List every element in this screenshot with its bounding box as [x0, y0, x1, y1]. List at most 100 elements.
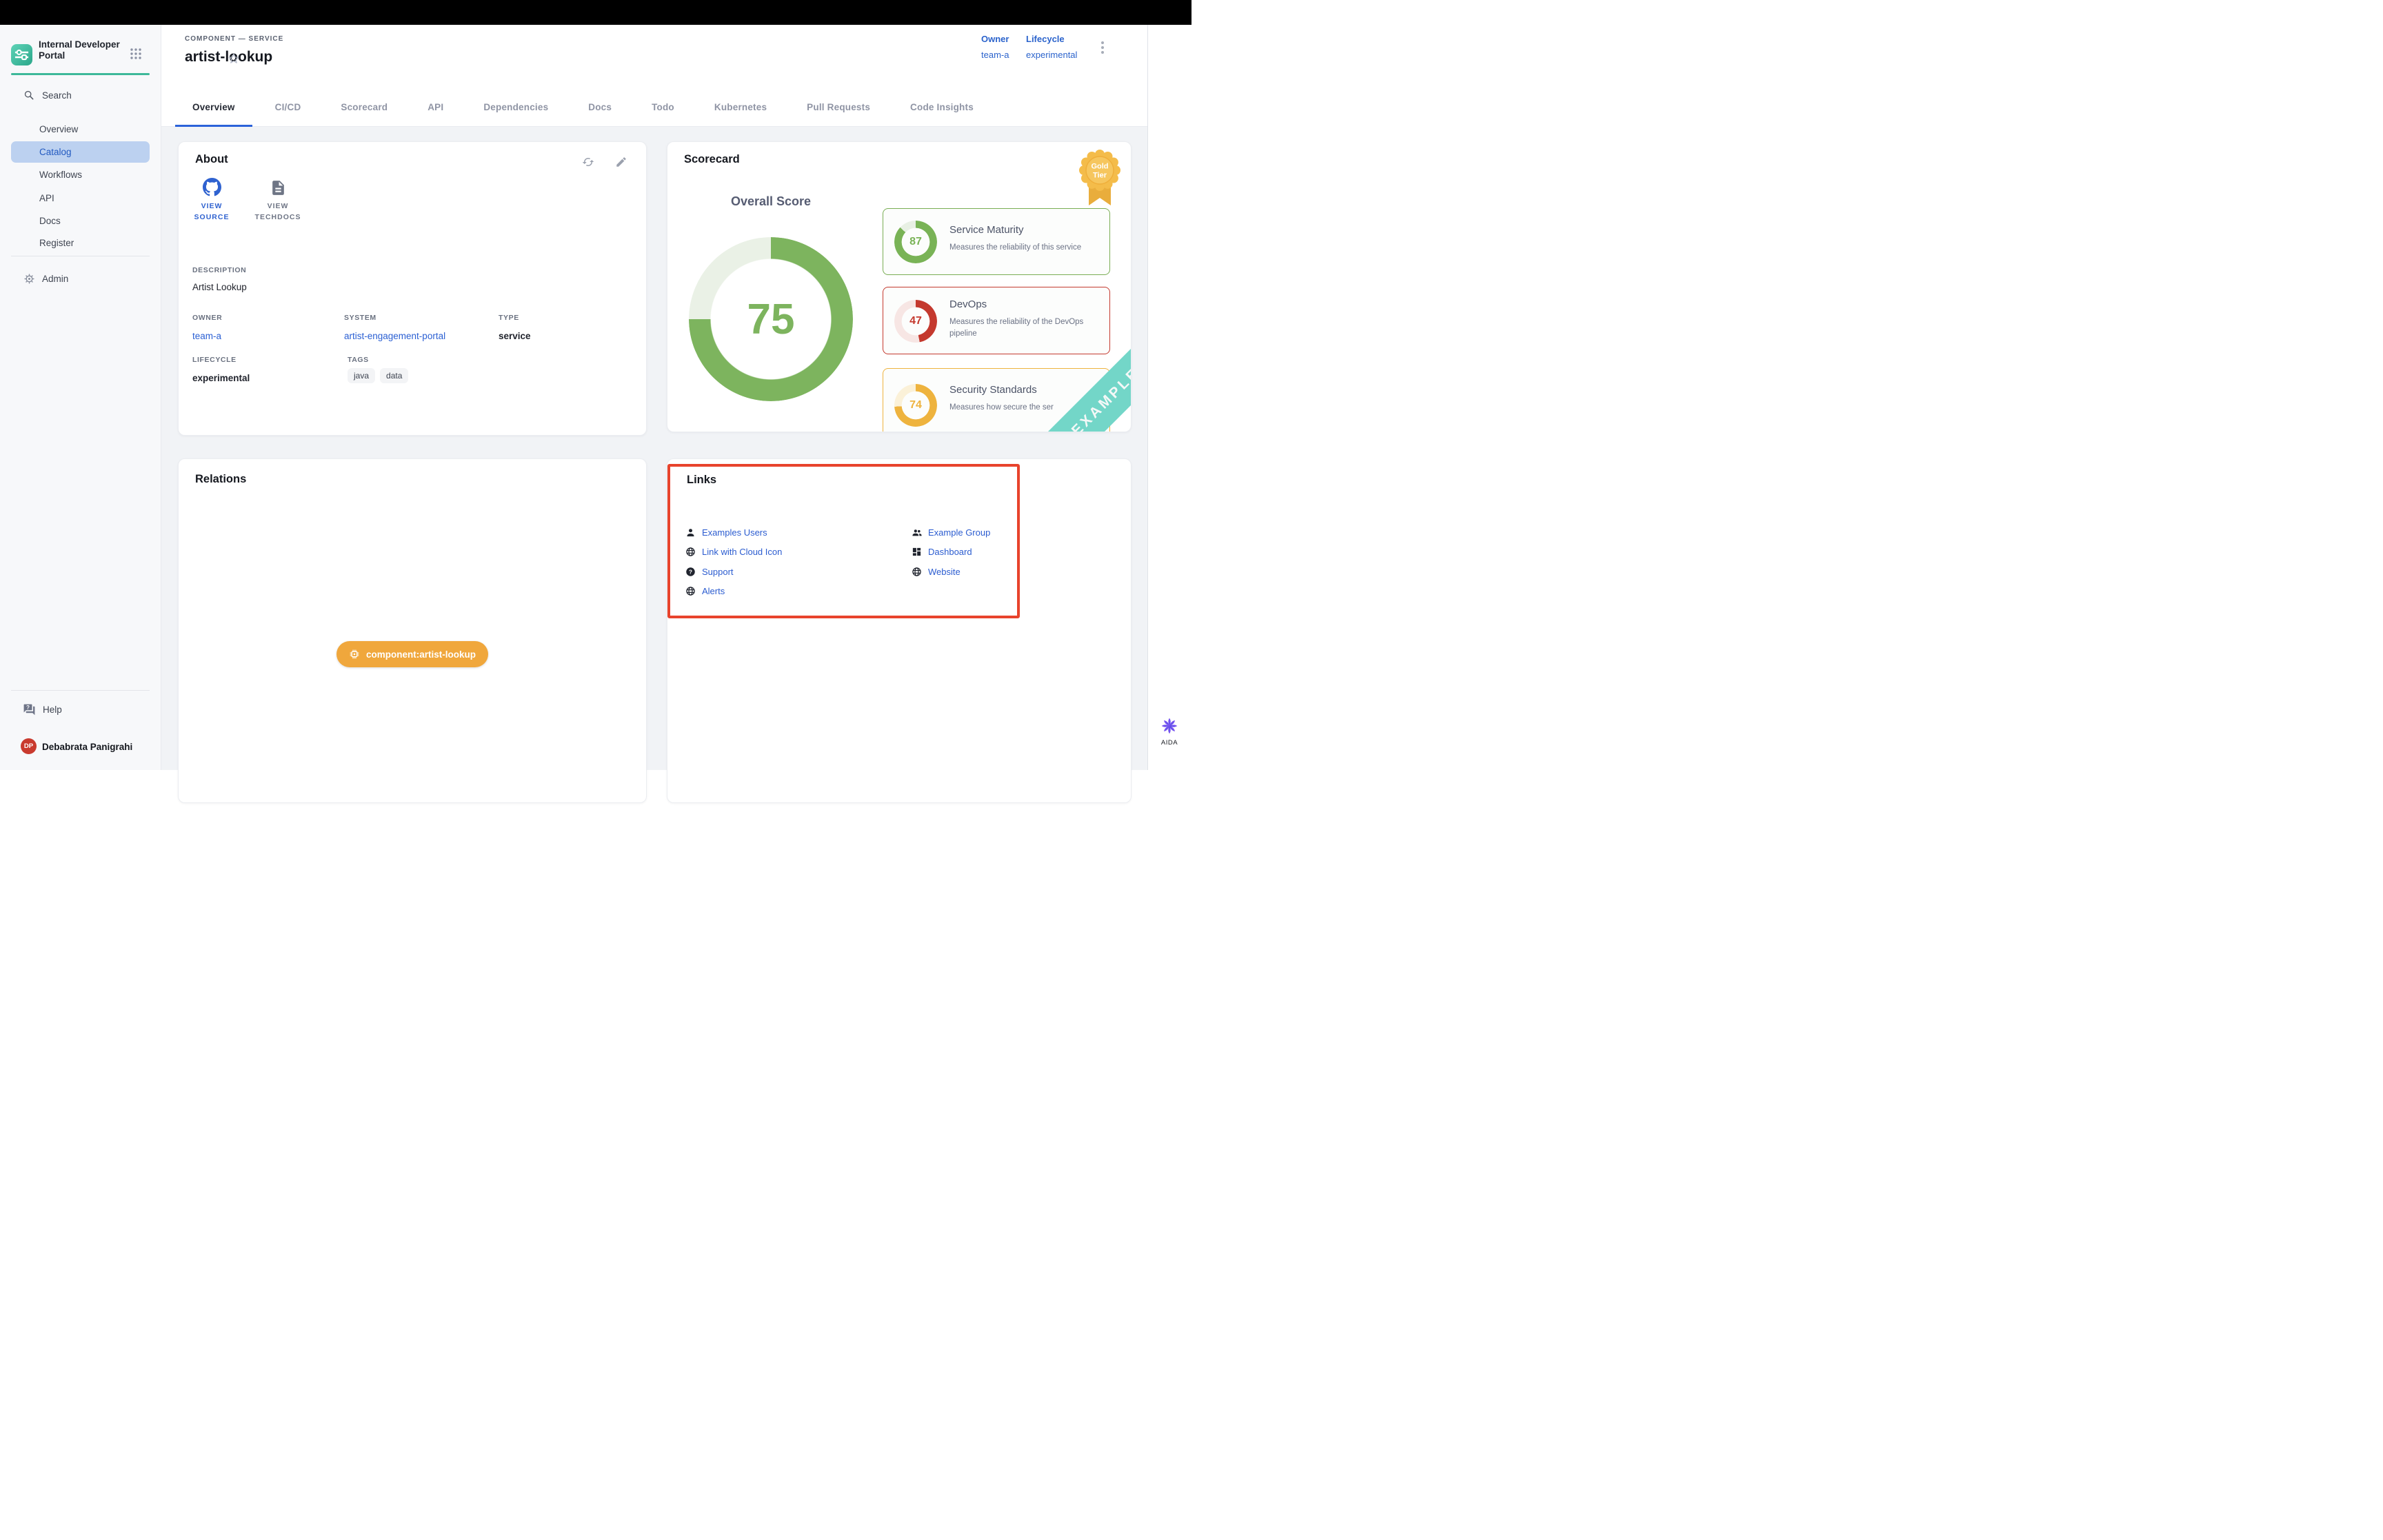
- link-example-group[interactable]: Example Group: [912, 527, 990, 538]
- favorite-star-icon[interactable]: [228, 52, 240, 65]
- aida-flower-icon: [1159, 716, 1180, 736]
- link-label: Support: [702, 567, 734, 577]
- link-support[interactable]: ? Support: [685, 567, 734, 577]
- tab-scorecard[interactable]: Scorecard: [321, 88, 408, 127]
- breadcrumb: COMPONENT — SERVICE: [185, 35, 283, 43]
- link-label: Alerts: [702, 586, 725, 596]
- aida-widget[interactable]: AIDA: [1147, 716, 1192, 747]
- refresh-icon[interactable]: [582, 156, 594, 168]
- links-card-title: Links: [687, 474, 716, 487]
- link-examples-users[interactable]: Examples Users: [685, 527, 767, 538]
- type-field-label: TYPE: [499, 314, 519, 322]
- user-name[interactable]: Debabrata Panigrahi: [42, 742, 132, 752]
- link-label: Examples Users: [702, 527, 767, 538]
- svg-text:?: ?: [689, 569, 692, 575]
- tab-dependencies[interactable]: Dependencies: [463, 88, 568, 127]
- link-label: Dashboard: [928, 547, 972, 557]
- owner-field-value[interactable]: team-a: [192, 331, 221, 341]
- svg-text:Tier: Tier: [1093, 172, 1107, 180]
- github-icon: [184, 178, 239, 196]
- metric-devops[interactable]: 47 DevOps Measures the reliability of th…: [883, 287, 1110, 354]
- owner-label: Owner: [981, 34, 1009, 44]
- sidebar-item-docs[interactable]: Docs: [39, 216, 61, 226]
- view-techdocs-button[interactable]: VIEW TECHDOCS: [245, 179, 311, 223]
- relation-node-label: component:artist-lookup: [366, 649, 476, 660]
- tab-kubernetes[interactable]: Kubernetes: [694, 88, 787, 127]
- app-logo-icon: [11, 44, 32, 65]
- sidebar-item-overview[interactable]: Overview: [39, 124, 78, 134]
- globe-icon: [685, 547, 696, 557]
- tab-code-insights[interactable]: Code Insights: [890, 88, 994, 127]
- sidebar: [0, 25, 161, 770]
- links-highlight-box: Links Examples Users Link with Cloud Ico…: [667, 464, 1020, 618]
- link-dashboard[interactable]: Dashboard: [912, 547, 972, 557]
- help-chat-icon: ?: [23, 703, 36, 716]
- gear-icon: [23, 273, 35, 285]
- devops-score: 47: [894, 300, 937, 343]
- sidebar-item-catalog-label: Catalog: [39, 147, 72, 157]
- brand-title: Internal Developer Portal: [39, 39, 125, 61]
- search-icon: [23, 90, 34, 101]
- link-label: Website: [928, 567, 961, 577]
- scorecard-card: Scorecard Gold Tier Overall Score 75 87 …: [667, 141, 1132, 432]
- sidebar-item-catalog[interactable]: Catalog: [11, 141, 150, 163]
- view-techdocs-label-2: TECHDOCS: [255, 213, 301, 221]
- link-alerts[interactable]: Alerts: [685, 586, 725, 596]
- tab-pull-requests[interactable]: Pull Requests: [787, 88, 890, 127]
- sidebar-item-help[interactable]: ? Help: [23, 703, 62, 716]
- metric-service-maturity[interactable]: 87 Service Maturity Measures the reliabi…: [883, 208, 1110, 275]
- group-icon: [912, 527, 922, 538]
- avatar[interactable]: DP: [21, 738, 37, 754]
- sidebar-item-admin[interactable]: Admin: [23, 273, 68, 285]
- more-options-icon[interactable]: [1097, 38, 1108, 57]
- owner-value-link[interactable]: team-a: [981, 50, 1009, 60]
- relations-card-title: Relations: [195, 473, 246, 486]
- person-icon: [685, 527, 696, 538]
- tags-field-label: TAGS: [348, 356, 369, 364]
- view-source-label-1: VIEW: [201, 202, 223, 210]
- tab-cicd[interactable]: CI/CD: [255, 88, 321, 127]
- system-field-label: SYSTEM: [344, 314, 376, 322]
- sidebar-item-search[interactable]: Search: [23, 90, 72, 101]
- service-maturity-desc: Measures the reliability of this service: [949, 242, 1103, 254]
- description-value: Artist Lookup: [192, 282, 247, 292]
- service-maturity-score: 87: [894, 221, 937, 263]
- sidebar-item-workflows[interactable]: Workflows: [39, 170, 82, 180]
- tag-chip[interactable]: data: [380, 368, 408, 383]
- lifecycle-field-value: experimental: [192, 373, 250, 383]
- owner-field-label: OWNER: [192, 314, 222, 322]
- devops-name: DevOps: [949, 298, 987, 310]
- top-black-bar: [0, 0, 1192, 25]
- edit-pencil-icon[interactable]: [615, 156, 627, 168]
- sidebar-item-admin-label: Admin: [42, 274, 68, 284]
- overall-score-label: Overall Score: [689, 194, 853, 209]
- tag-chip[interactable]: java: [348, 368, 375, 383]
- overall-score-value: 75: [689, 237, 853, 401]
- lifecycle-field-label: LIFECYCLE: [192, 356, 237, 364]
- globe-icon: [685, 586, 696, 596]
- service-maturity-name: Service Maturity: [949, 224, 1024, 236]
- search-label: Search: [42, 90, 72, 101]
- aida-label: AIDA: [1147, 739, 1192, 747]
- sidebar-bottom-divider: [11, 690, 150, 691]
- view-source-button[interactable]: VIEW SOURCE: [184, 178, 239, 223]
- tab-docs[interactable]: Docs: [568, 88, 632, 127]
- sidebar-item-help-label: Help: [43, 705, 62, 715]
- link-website[interactable]: Website: [912, 567, 961, 577]
- tab-api[interactable]: API: [408, 88, 463, 127]
- apps-grid-icon[interactable]: [130, 48, 142, 60]
- svg-text:?: ?: [26, 705, 30, 711]
- system-field-value[interactable]: artist-engagement-portal: [344, 331, 445, 341]
- type-field-value: service: [499, 331, 531, 341]
- chip-icon: [349, 649, 360, 660]
- tab-overview[interactable]: Overview: [172, 88, 255, 127]
- devops-desc: Measures the reliability of the DevOps p…: [949, 316, 1103, 340]
- relation-node-chip[interactable]: component:artist-lookup: [336, 641, 488, 667]
- help-circle-icon: ?: [685, 567, 696, 577]
- tab-todo[interactable]: Todo: [632, 88, 694, 127]
- gold-tier-badge: Gold Tier: [1078, 149, 1121, 210]
- sidebar-item-register[interactable]: Register: [39, 238, 74, 248]
- security-standards-score: 74: [894, 384, 937, 427]
- sidebar-item-api[interactable]: API: [39, 193, 54, 203]
- link-with-cloud-icon[interactable]: Link with Cloud Icon: [685, 547, 782, 557]
